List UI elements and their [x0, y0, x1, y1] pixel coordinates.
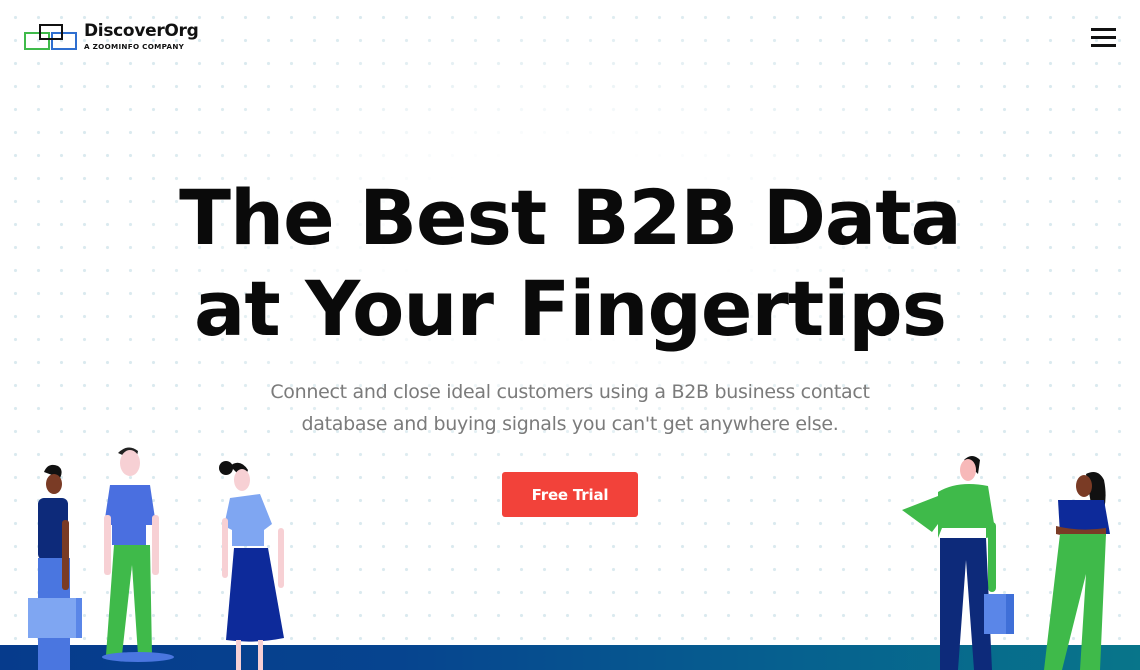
logo[interactable]: DiscoverOrg A ZOOMINFO COMPANY [24, 22, 199, 52]
headline-line-1: The Best B2B Data [179, 173, 962, 262]
page-title: The Best B2B Data at Your Fingertips [0, 172, 1140, 354]
logo-tagline: A ZOOMINFO COMPANY [84, 42, 185, 52]
site-header: DiscoverOrg A ZOOMINFO COMPANY [0, 0, 1140, 76]
man-green-shirt-with-briefcase-illustration [902, 456, 1014, 670]
free-trial-button[interactable]: Free Trial [502, 472, 638, 517]
subtitle-line-1: Connect and close ideal customers using … [270, 381, 870, 403]
hamburger-menu-icon[interactable] [1090, 27, 1118, 49]
logo-name: DiscoverOrg [84, 21, 199, 42]
headline-line-2: at Your Fingertips [194, 264, 947, 353]
woman-blue-skirt-illustration [219, 461, 284, 670]
subtitle-line-2: database and buying signals you can't ge… [301, 413, 839, 435]
woman-arms-crossed-illustration [1044, 472, 1110, 670]
man-with-briefcase-left-illustration [28, 464, 82, 670]
man-green-pants-illustration [102, 447, 174, 662]
hero-subtitle: Connect and close ideal customers using … [0, 376, 1140, 440]
overlapping-squares-logo-icon [24, 22, 80, 52]
